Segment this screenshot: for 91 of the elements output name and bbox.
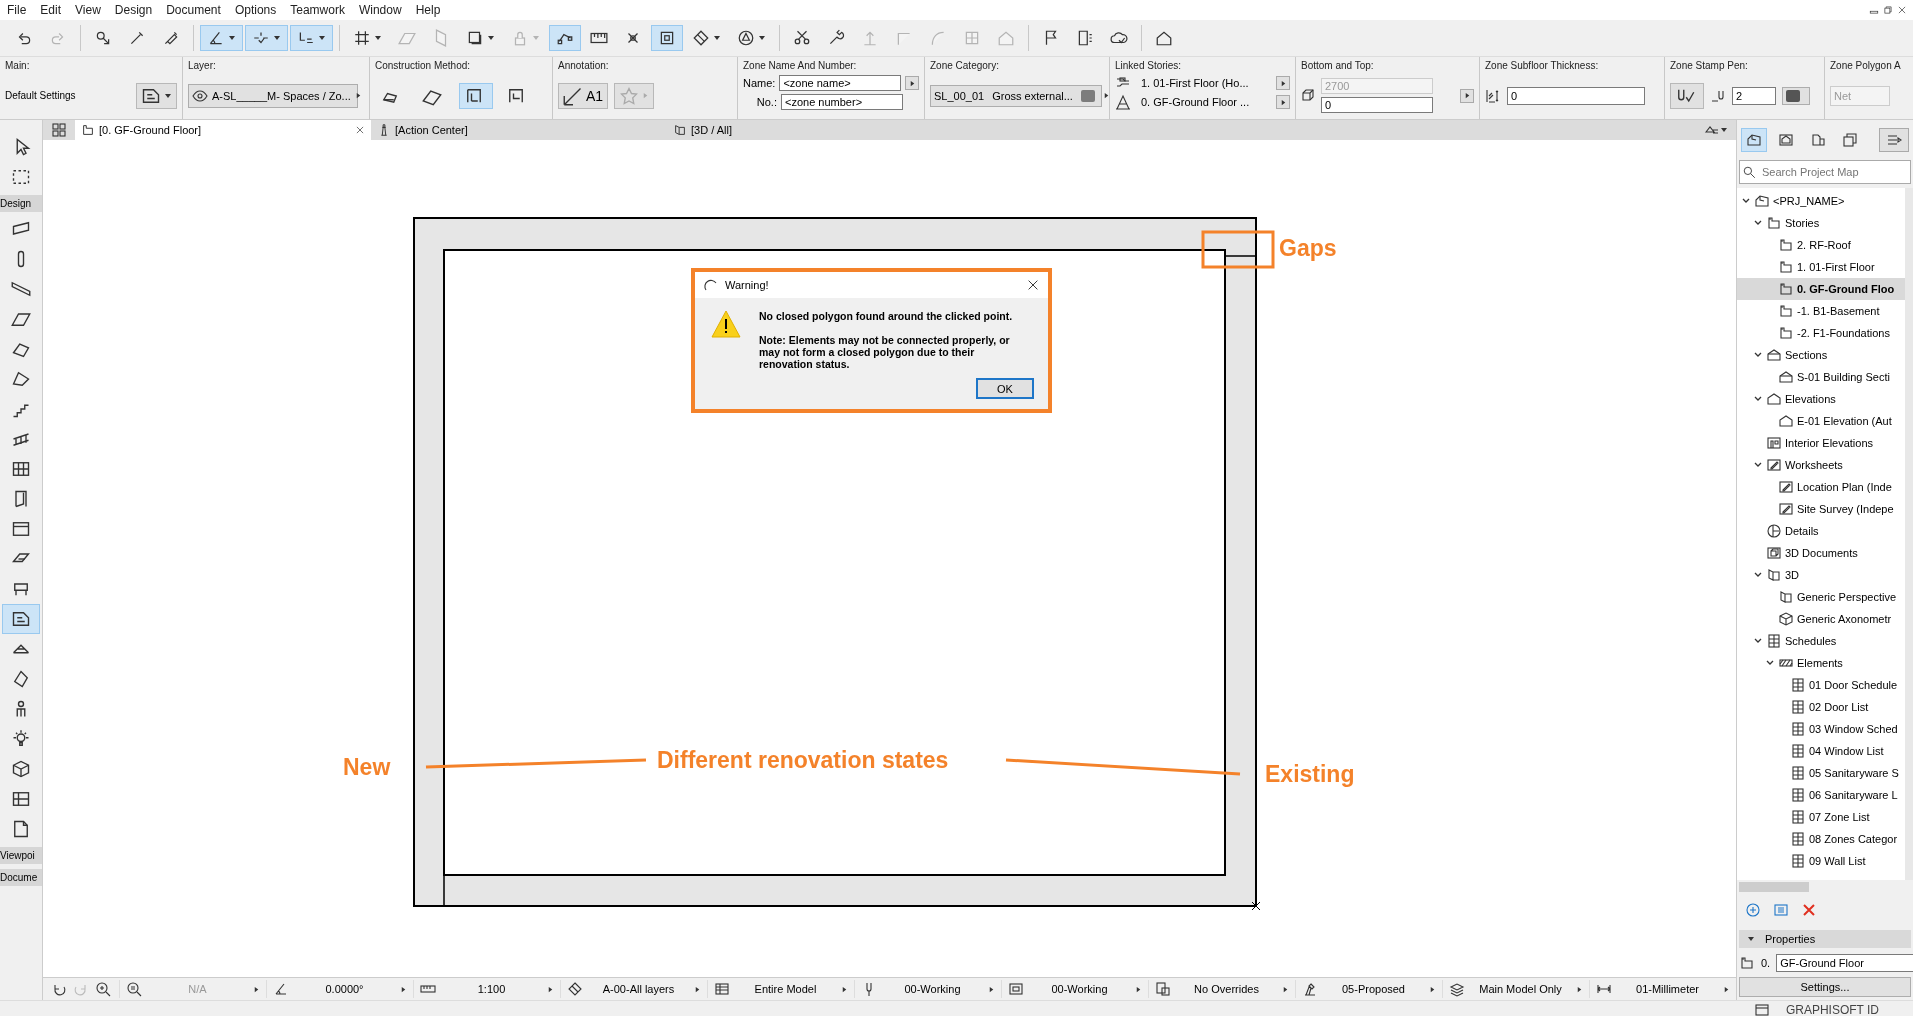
tree-item[interactable]: 07 Zone List bbox=[1737, 806, 1905, 828]
property-label: 0. bbox=[1761, 957, 1771, 969]
panel-label: Layer: bbox=[188, 60, 217, 71]
menu-item[interactable]: Help bbox=[408, 3, 448, 17]
panel-label: Zone Stamp Pen: bbox=[1670, 60, 1749, 71]
input-field[interactable]: 2 bbox=[1732, 86, 1776, 105]
toolbox-section[interactable]: Viewpoi bbox=[0, 847, 42, 864]
tree-item[interactable]: 03 Window Sched bbox=[1737, 718, 1905, 740]
input-field[interactable]: <zone name> bbox=[779, 75, 902, 91]
tree-item[interactable]: 02 Door List bbox=[1737, 696, 1905, 718]
stamp-button[interactable]: A1 bbox=[558, 82, 609, 109]
tree-item[interactable]: 0. GF-Ground Floo bbox=[1737, 278, 1905, 300]
status-dropdown[interactable]: 05-Proposed bbox=[1295, 980, 1442, 998]
status-dropdown[interactable]: 00-Working bbox=[854, 980, 1001, 998]
input-field[interactable]: <zone number> bbox=[781, 94, 903, 110]
tree-item[interactable]: 3D Documents bbox=[1737, 542, 1905, 564]
menu-item[interactable]: Options bbox=[227, 3, 284, 17]
tree-item[interactable]: Sections bbox=[1737, 344, 1905, 366]
tree-item[interactable]: 3D bbox=[1737, 564, 1905, 586]
status-dropdown[interactable]: No Overrides bbox=[1148, 980, 1295, 998]
story-label: 1. 01-First Floor (Ho... bbox=[1140, 77, 1250, 89]
tree-item[interactable]: 09 Wall List bbox=[1737, 850, 1905, 872]
status-dropdown[interactable]: 0.0000° bbox=[266, 980, 413, 998]
annotation-label: Existing bbox=[1265, 761, 1355, 787]
menu-item[interactable]: Window bbox=[351, 3, 409, 17]
field-label: Name: bbox=[743, 77, 776, 89]
panel-label: Zone Polygon A bbox=[1830, 60, 1902, 71]
settings-button[interactable]: Settings... bbox=[1739, 977, 1911, 997]
tree-item[interactable]: 08 Zones Categor bbox=[1737, 828, 1905, 850]
tree-item[interactable]: 06 Sanitaryware L bbox=[1737, 784, 1905, 806]
tree-item[interactable]: -2. F1-Foundations bbox=[1737, 322, 1905, 344]
field-label: No.: bbox=[755, 96, 777, 108]
search-input[interactable]: Search Project Map bbox=[1760, 165, 1907, 179]
tree-item[interactable]: 05 Sanitaryware S bbox=[1737, 762, 1905, 784]
tree-item[interactable]: Generic Perspective bbox=[1737, 586, 1905, 608]
tree-item[interactable]: Elements bbox=[1737, 652, 1905, 674]
status-dropdown[interactable]: Entire Model bbox=[707, 980, 854, 998]
input-field[interactable]: GF-Ground Floor bbox=[1776, 954, 1913, 972]
panel-label: Zone Category: bbox=[930, 60, 1000, 71]
status-dropdown[interactable]: 1:100 bbox=[413, 980, 560, 998]
tree-item[interactable]: Details bbox=[1737, 520, 1905, 542]
tree-item[interactable]: <PRJ_NAME> bbox=[1737, 190, 1905, 212]
status-dropdown[interactable]: 00-Working bbox=[1001, 980, 1148, 998]
panel-label: Bottom and Top: bbox=[1301, 60, 1375, 71]
layer-dropdown[interactable]: A-SL_____M- Spaces / Zo... bbox=[188, 83, 358, 108]
status-dropdown[interactable]: A-00-All layers bbox=[560, 980, 707, 998]
tree-item[interactable]: Stories bbox=[1737, 212, 1905, 234]
properties-header[interactable]: Properties bbox=[1739, 930, 1911, 948]
story-label: 0. GF-Ground Floor ... bbox=[1140, 96, 1251, 108]
tree-item[interactable]: E-01 Elevation (Aut bbox=[1737, 410, 1905, 432]
menu-item[interactable]: View bbox=[68, 3, 108, 17]
tree-item[interactable]: Location Plan (Inde bbox=[1737, 476, 1905, 498]
panel-label: Zone Name And Number: bbox=[743, 60, 858, 71]
tree-item[interactable]: Elevations bbox=[1737, 388, 1905, 410]
menu-item[interactable]: Edit bbox=[33, 3, 69, 17]
annotation-label: New bbox=[343, 754, 391, 780]
toolbox-section[interactable]: Design bbox=[0, 195, 42, 212]
tree-item[interactable]: Schedules bbox=[1737, 630, 1905, 652]
panel-label: Annotation: bbox=[558, 60, 610, 71]
annotation-label: Different renovation states bbox=[657, 747, 949, 773]
panel-label: Construction Method: bbox=[375, 60, 472, 71]
brand-label: GRAPHISOFT ID bbox=[1785, 1003, 1879, 1016]
panel-label: Linked Stories: bbox=[1115, 60, 1183, 71]
search-field[interactable]: Search Project Map bbox=[1739, 160, 1911, 184]
tree-item[interactable]: Site Survey (Indepe bbox=[1737, 498, 1905, 520]
menu-item[interactable]: Design bbox=[107, 3, 160, 17]
tree-item[interactable]: -1. B1-Basement bbox=[1737, 300, 1905, 322]
status-dropdown[interactable]: Main Model Only bbox=[1442, 980, 1589, 998]
tree-item[interactable]: 1. 01-First Floor bbox=[1737, 256, 1905, 278]
dialog-message: No closed polygon found around the clicked point. bbox=[759, 310, 1014, 322]
input-field[interactable]: 0 bbox=[1321, 97, 1433, 113]
tree-item[interactable]: Worksheets bbox=[1737, 454, 1905, 476]
menu-item[interactable]: File bbox=[0, 3, 34, 17]
tree-item[interactable]: 2. RF-Roof bbox=[1737, 234, 1905, 256]
settings-label: Default Settings bbox=[5, 90, 76, 101]
annotation-label: Gaps bbox=[1279, 235, 1337, 261]
toolbox-section[interactable]: Docume bbox=[0, 869, 42, 886]
menu-item[interactable]: Document bbox=[159, 3, 228, 17]
panel-label: Main: bbox=[5, 60, 31, 71]
dialog-title: Warning! bbox=[725, 279, 769, 291]
tree-item[interactable]: S-01 Building Secti bbox=[1737, 366, 1905, 388]
input-field[interactable]: 0 bbox=[1507, 86, 1645, 105]
tab[interactable]: [0. GF-Ground Floor] bbox=[75, 120, 371, 140]
ok-button[interactable]: OK bbox=[976, 378, 1034, 399]
tree-item[interactable]: Generic Axonometr bbox=[1737, 608, 1905, 630]
menu-item[interactable]: Teamwork bbox=[283, 3, 352, 17]
tree-item[interactable]: Interior Elevations bbox=[1737, 432, 1905, 454]
tree-item[interactable]: 01 Door Schedule bbox=[1737, 674, 1905, 696]
dialog-message: Note: Elements may not be connected properly, or may not form a closed polygon due to their renovation status. bbox=[759, 334, 1011, 370]
panel-label: Zone Subfloor Thickness: bbox=[1485, 60, 1600, 71]
tree-item[interactable]: 04 Window List bbox=[1737, 740, 1905, 762]
